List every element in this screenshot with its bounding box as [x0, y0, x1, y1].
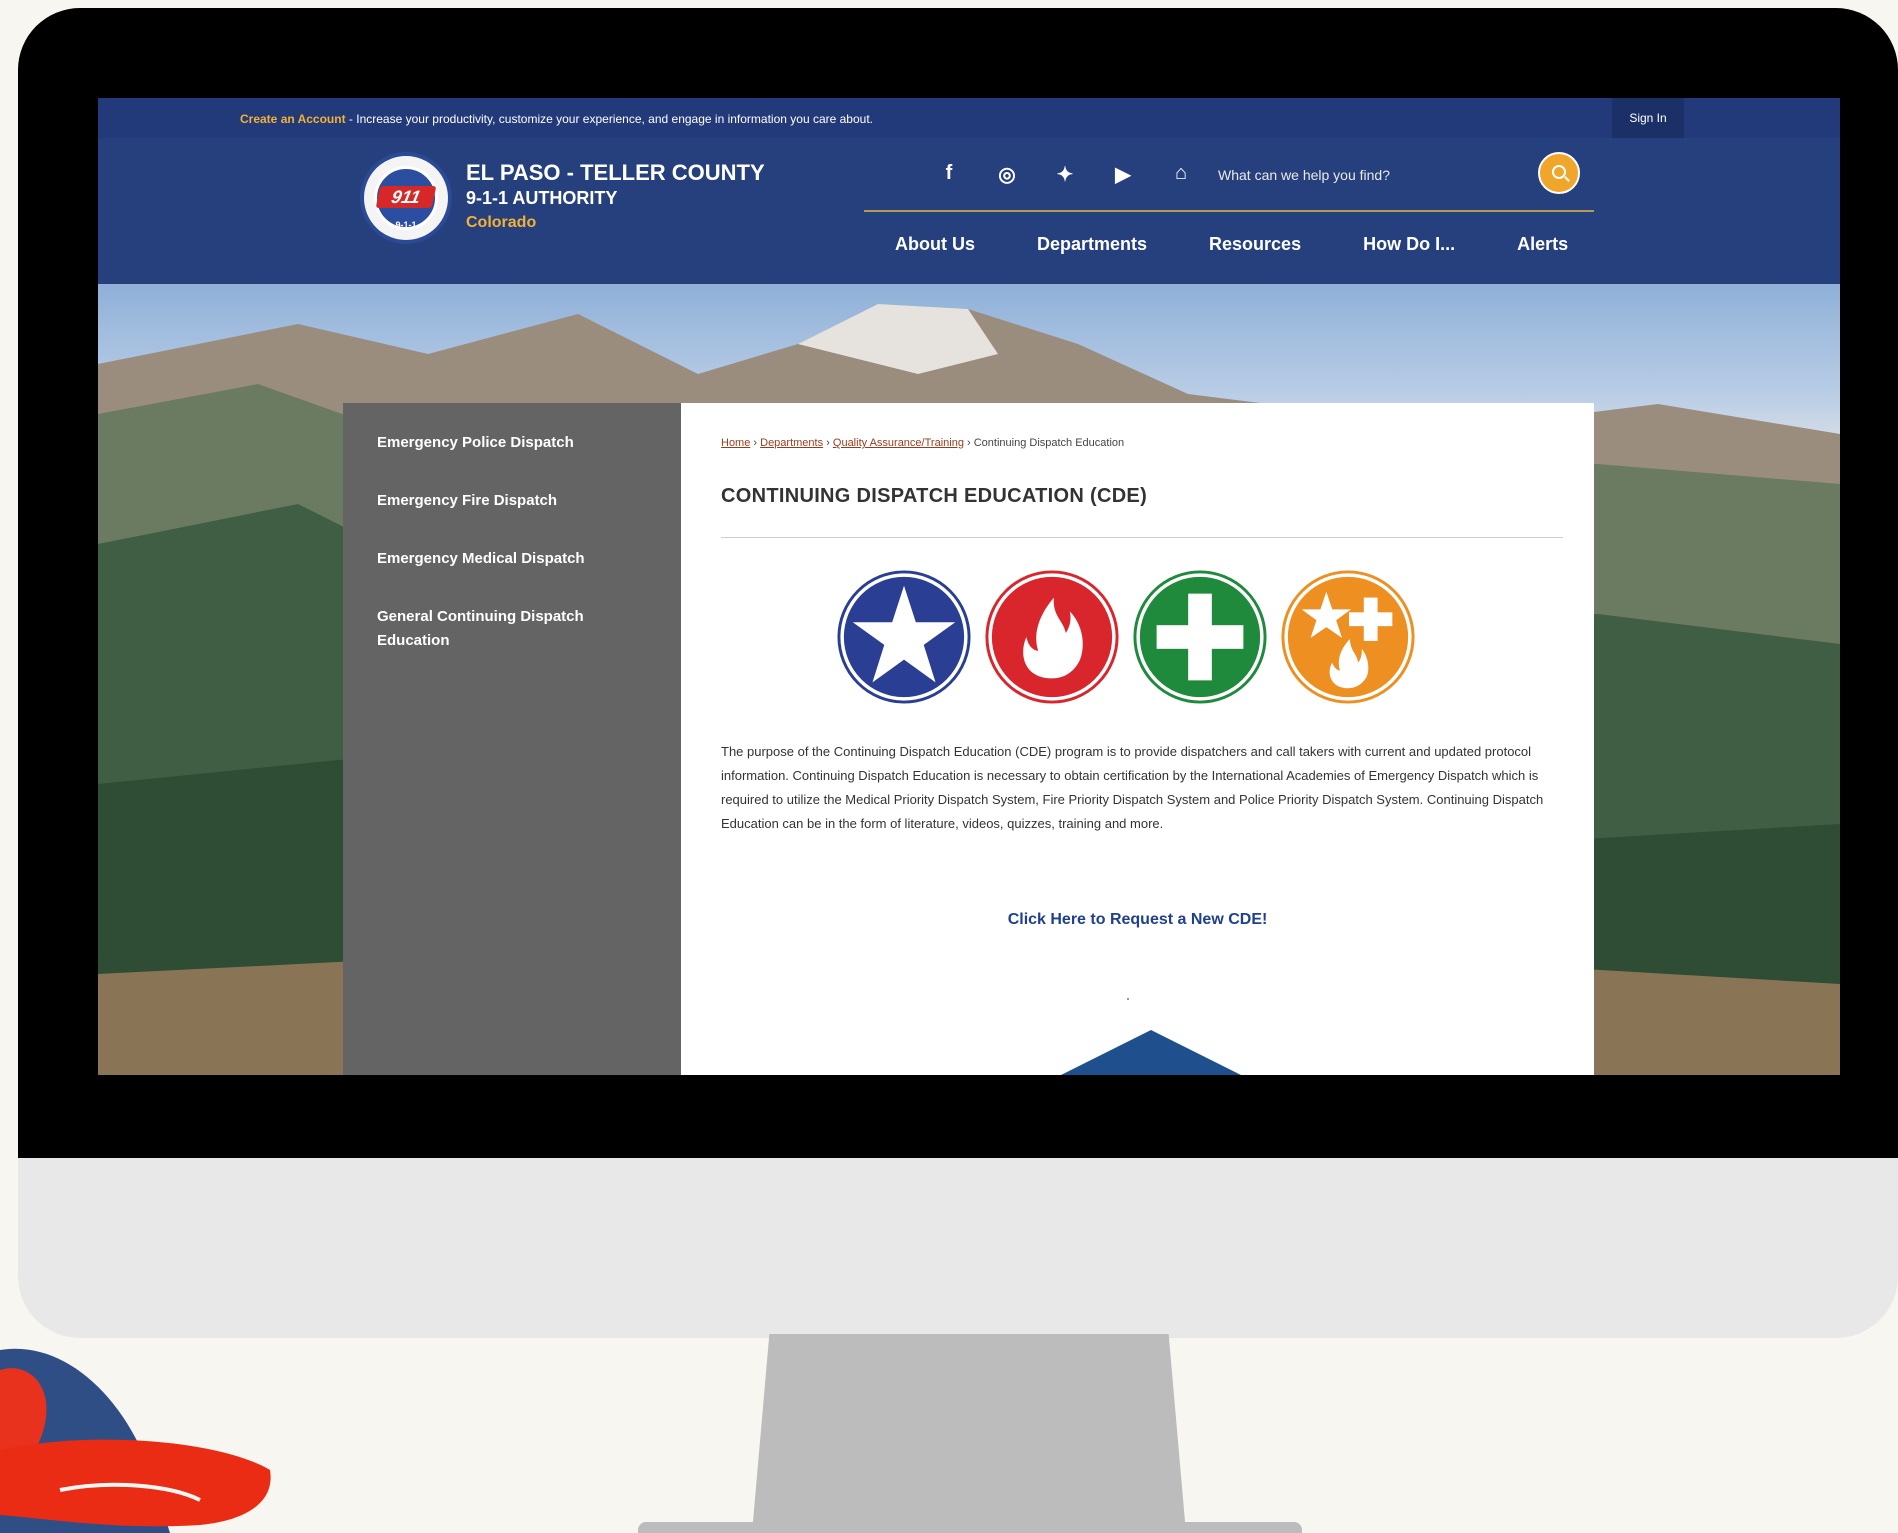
org-subtitle: 9-1-1 AUTHORITY: [466, 188, 618, 208]
browser-screen: Create an Account - Increase your produc…: [98, 98, 1840, 1075]
breadcrumb-current: Continuing Dispatch Education: [973, 437, 1125, 449]
content-dot: [1127, 998, 1129, 1000]
title-divider: [721, 537, 1563, 538]
partial-graphic: [1061, 1030, 1241, 1075]
create-account-link[interactable]: Create an Account: [240, 112, 346, 126]
promo-text: - Increase your productivity, customize …: [345, 112, 873, 126]
org-name[interactable]: EL PASO - TELLER COUNTY: [466, 160, 765, 186]
county-seal-logo[interactable]: 911 9-1-1: [360, 152, 452, 244]
sidebar-item-fire-dispatch[interactable]: Emergency Fire Dispatch: [343, 489, 681, 513]
sidebar-item-medical-dispatch[interactable]: Emergency Medical Dispatch: [343, 547, 681, 571]
social-links: f ◎ ✦ ▶ ⌂: [920, 162, 1210, 192]
page-title: CONTINUING DISPATCH EDUCATION (CDE): [721, 485, 1148, 507]
breadcrumb: Home › Departments › Quality Assurance/T…: [721, 437, 1124, 449]
monitor-stand-base: [638, 1522, 1302, 1533]
section-sidebar: Emergency Police Dispatch Emergency Fire…: [343, 403, 681, 1075]
program-description: The purpose of the Continuing Dispatch E…: [721, 744, 1544, 831]
account-bar: Create an Account - Increase your produc…: [98, 98, 1840, 138]
main-nav: About Us Departments Resources How Do I.…: [864, 234, 1599, 255]
breadcrumb-home[interactable]: Home: [721, 437, 750, 449]
account-promo: Create an Account - Increase your produc…: [240, 112, 873, 126]
nav-about-us[interactable]: About Us: [864, 234, 1006, 255]
org-state: Colorado: [466, 214, 537, 231]
twitter-icon[interactable]: ✦: [1036, 162, 1094, 192]
breadcrumb-sep-3: ›: [963, 437, 974, 449]
site-search-input[interactable]: [1218, 160, 1518, 190]
instagram-icon[interactable]: ◎: [978, 162, 1036, 192]
sidebar-item-police-dispatch[interactable]: Emergency Police Dispatch: [343, 431, 681, 455]
seal-911-badge: 911: [375, 186, 437, 208]
nav-departments[interactable]: Departments: [1006, 234, 1178, 255]
youtube-icon[interactable]: ▶: [1094, 162, 1152, 192]
breadcrumb-sep-2: ›: [823, 437, 833, 449]
medical-cross-icon: [1133, 570, 1267, 704]
sign-in-button[interactable]: Sign In: [1612, 98, 1684, 138]
monitor-stand: [752, 1334, 1186, 1533]
nav-how-do-i[interactable]: How Do I...: [1332, 234, 1486, 255]
home-icon[interactable]: ⌂: [1152, 162, 1210, 192]
nav-resources[interactable]: Resources: [1178, 234, 1332, 255]
sidebar-item-general-cde[interactable]: General Continuing Dispatch Education: [343, 605, 681, 653]
site-header: 911 9-1-1 EL PASO - TELLER COUNTY 9-1-1 …: [98, 138, 1840, 284]
search-icon[interactable]: [1538, 152, 1580, 194]
facebook-icon[interactable]: f: [920, 162, 978, 192]
header-divider: [864, 210, 1594, 212]
seal-bottom-label: 9-1-1: [395, 220, 417, 230]
decorative-brush-strokes: [0, 1330, 280, 1533]
breadcrumb-sep-1: ›: [750, 437, 761, 449]
breadcrumb-qa-training[interactable]: Quality Assurance/Training: [833, 437, 964, 449]
fire-flame-icon: [985, 570, 1119, 704]
breadcrumb-departments[interactable]: Departments: [760, 437, 823, 449]
main-content: Home › Departments › Quality Assurance/T…: [681, 403, 1594, 1075]
police-star-icon: [837, 570, 971, 704]
discipline-icons: [835, 568, 1435, 708]
combined-dispatch-icon: [1281, 570, 1415, 704]
nav-alerts[interactable]: Alerts: [1486, 234, 1599, 255]
request-cde-link[interactable]: Click Here to Request a New CDE!: [681, 911, 1594, 929]
